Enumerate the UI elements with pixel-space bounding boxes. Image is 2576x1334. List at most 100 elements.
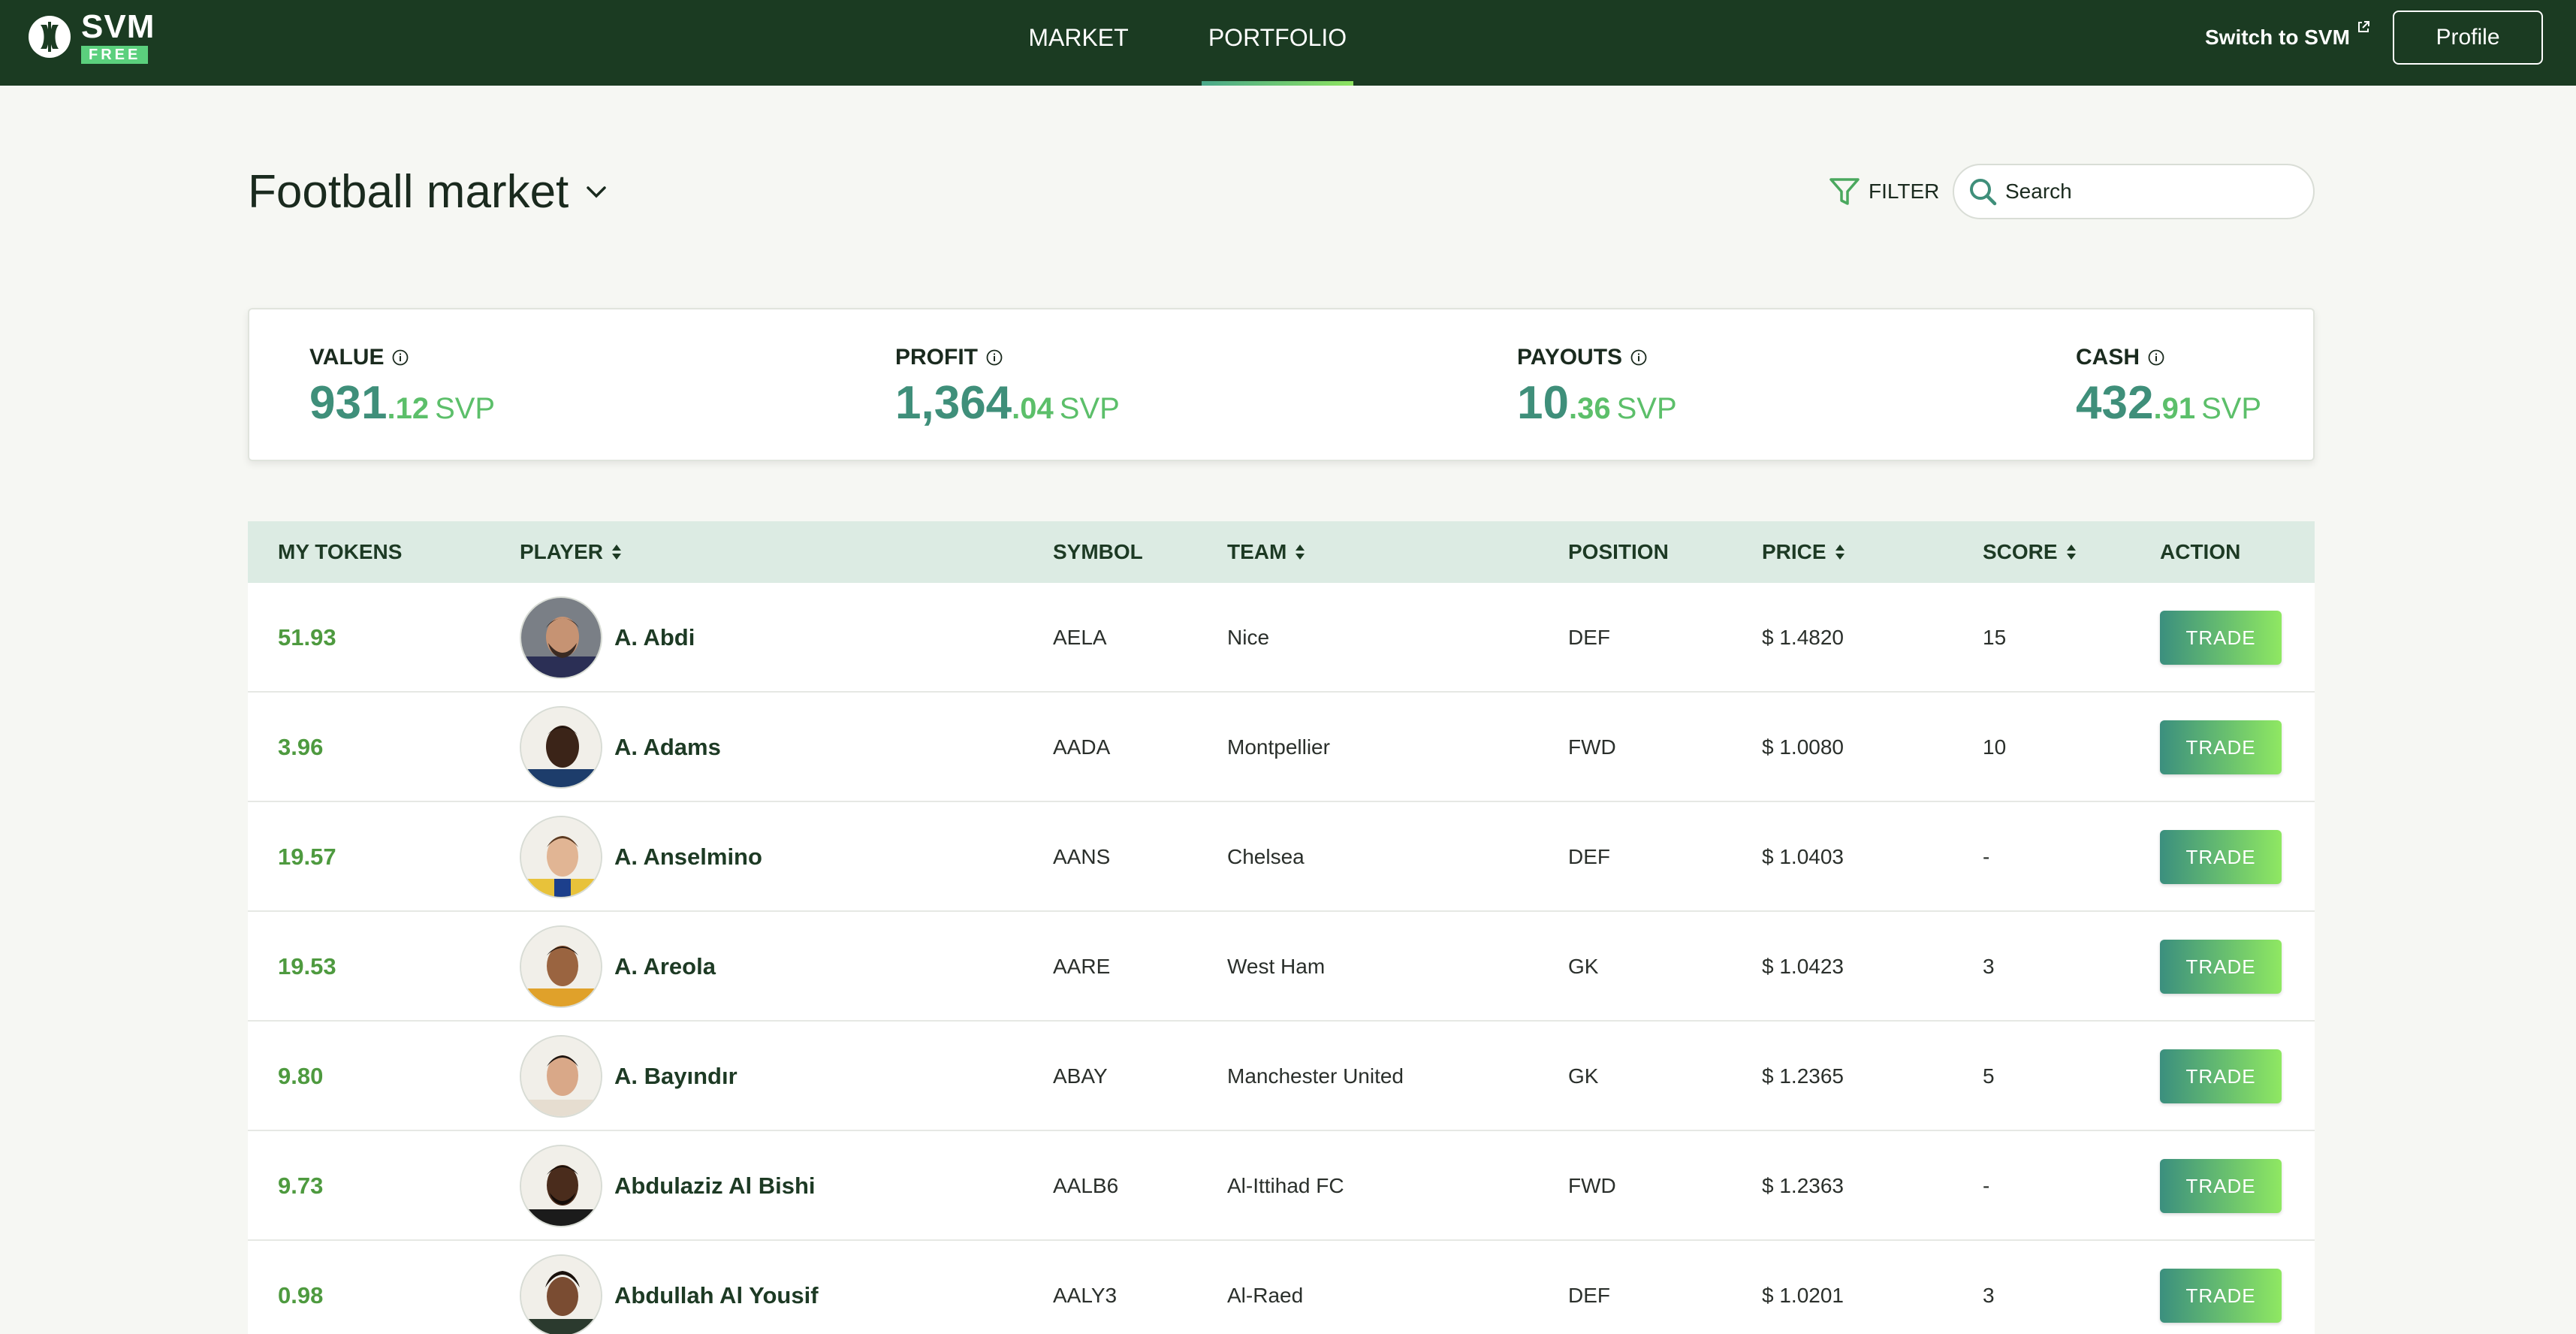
table-row[interactable]: 9.73 Abdulaziz Al Bishi AALB6 Al-Ittihad… xyxy=(248,1131,2315,1241)
external-link-icon xyxy=(2357,21,2369,32)
player-name: Abdullah Al Yousif xyxy=(614,1282,819,1308)
stat-value: VALUE 931.12 SVP xyxy=(309,343,495,430)
logo-wordmark: SVM xyxy=(81,8,155,45)
action-cell: TRADE xyxy=(2160,693,2282,802)
chevron-down-icon xyxy=(587,186,607,198)
position-cell: GK xyxy=(1568,955,1599,978)
symbol-cell: AADA xyxy=(1053,735,1111,759)
score-cell: 3 xyxy=(1983,955,1995,978)
column-header-price-label: PRICE xyxy=(1762,540,1826,563)
sort-icon[interactable] xyxy=(611,543,623,561)
page-title: Football market xyxy=(248,166,569,218)
price-cell: $ 1.4820 xyxy=(1762,626,1844,649)
score-cell: 15 xyxy=(1983,626,2007,649)
stat-payouts-integer: 10 xyxy=(1517,377,1569,429)
stat-payouts-label: PAYOUTS xyxy=(1517,345,1623,370)
stat-cash-integer: 432 xyxy=(2076,377,2154,429)
my-tokens-cell: 0.98 xyxy=(278,1282,324,1308)
my-tokens-cell: 19.57 xyxy=(278,844,336,870)
score-cell: - xyxy=(1983,1174,1990,1197)
team-cell: Manchester United xyxy=(1227,1064,1404,1088)
stat-value-unit: SVP xyxy=(435,392,496,425)
table-row[interactable]: 3.96 A. Adams AADA Montpellier FWD $ 1.0… xyxy=(248,693,2315,802)
team-cell: Al-Raed xyxy=(1227,1284,1304,1307)
stat-cash-label: CASH xyxy=(2076,345,2140,370)
player-cell[interactable]: A. Anselmino xyxy=(520,802,762,912)
symbol-cell: AELA xyxy=(1053,626,1107,649)
search-field[interactable] xyxy=(1953,164,2315,219)
symbol-cell: AANS xyxy=(1053,845,1111,868)
symbol-cell: ABAY xyxy=(1053,1064,1108,1088)
column-header-price[interactable]: PRICE xyxy=(1762,521,1846,583)
info-icon[interactable] xyxy=(391,349,409,367)
price-cell: $ 1.0423 xyxy=(1762,955,1844,978)
position-cell: FWD xyxy=(1568,735,1616,759)
sort-icon[interactable] xyxy=(1834,543,1846,561)
team-cell: Montpellier xyxy=(1227,735,1330,759)
action-cell: TRADE xyxy=(2160,912,2282,1022)
info-icon[interactable] xyxy=(1630,349,1648,367)
tab-market-label: MARKET xyxy=(1028,24,1129,51)
brand-logo[interactable]: SVM FREE xyxy=(27,8,155,64)
sort-icon[interactable] xyxy=(2065,543,2077,561)
team-cell: Al-Ittihad FC xyxy=(1227,1174,1344,1197)
trade-button[interactable]: TRADE xyxy=(2160,1049,2282,1103)
stat-profit: PROFIT 1,364.04 SVP xyxy=(895,343,1120,430)
position-cell: FWD xyxy=(1568,1174,1616,1197)
logo-badge: FREE xyxy=(81,46,149,64)
tab-market[interactable]: MARKET xyxy=(1021,0,1136,86)
info-icon[interactable] xyxy=(2147,349,2165,367)
player-cell[interactable]: Abdulaziz Al Bishi xyxy=(520,1131,816,1241)
table-row[interactable]: 51.93 A. Abdi AELA Nice DEF $ 1.4820 15 … xyxy=(248,583,2315,693)
player-cell[interactable]: Abdullah Al Yousif xyxy=(520,1241,819,1334)
team-cell: Chelsea xyxy=(1227,845,1305,868)
player-avatar xyxy=(520,596,602,679)
filter-icon xyxy=(1829,178,1860,205)
column-header-team[interactable]: TEAM xyxy=(1227,521,1306,583)
score-cell: 3 xyxy=(1983,1284,1995,1307)
sort-icon[interactable] xyxy=(1294,543,1306,561)
tab-portfolio[interactable]: PORTFOLIO xyxy=(1202,0,1353,86)
player-cell[interactable]: A. Adams xyxy=(520,693,721,802)
search-input[interactable] xyxy=(2005,180,2291,204)
price-cell: $ 1.0080 xyxy=(1762,735,1844,759)
action-cell: TRADE xyxy=(2160,802,2282,912)
column-header-position: POSITION xyxy=(1568,521,1669,583)
column-header-action: ACTION xyxy=(2160,521,2240,583)
stat-cash-decimal: .91 xyxy=(2153,392,2196,425)
team-cell: Nice xyxy=(1227,626,1270,649)
trade-button[interactable]: TRADE xyxy=(2160,611,2282,665)
trade-button[interactable]: TRADE xyxy=(2160,1159,2282,1213)
symbol-cell: AALB6 xyxy=(1053,1174,1119,1197)
market-selector[interactable]: Football market xyxy=(248,164,608,221)
trade-button[interactable]: TRADE xyxy=(2160,830,2282,884)
filter-button[interactable]: FILTER xyxy=(1828,173,1939,210)
trade-button[interactable]: TRADE xyxy=(2160,940,2282,994)
player-cell[interactable]: A. Abdi xyxy=(520,583,695,693)
player-name: A. Areola xyxy=(614,953,716,979)
info-icon[interactable] xyxy=(985,349,1003,367)
my-tokens-cell: 19.53 xyxy=(278,953,336,979)
portfolio-table: MY TOKENS PLAYER SYMBOL TEAM POSITION PR… xyxy=(248,521,2315,1334)
player-avatar xyxy=(520,816,602,898)
column-header-symbol: SYMBOL xyxy=(1053,521,1143,583)
trade-button[interactable]: TRADE xyxy=(2160,1269,2282,1323)
table-row[interactable]: 9.80 A. Bayındır ABAY Manchester United … xyxy=(248,1022,2315,1131)
table-row[interactable]: 19.57 A. Anselmino AANS Chelsea DEF $ 1.… xyxy=(248,802,2315,912)
stat-value-integer: 931 xyxy=(309,377,388,429)
column-header-player[interactable]: PLAYER xyxy=(520,521,623,583)
search-icon xyxy=(1970,179,1997,206)
player-cell[interactable]: A. Bayındır xyxy=(520,1022,738,1131)
player-avatar xyxy=(520,1254,602,1334)
profile-button[interactable]: Profile xyxy=(2393,11,2543,65)
player-cell[interactable]: A. Areola xyxy=(520,912,716,1022)
table-row[interactable]: 19.53 A. Areola AARE West Ham GK $ 1.042… xyxy=(248,912,2315,1022)
symbol-cell: AALY3 xyxy=(1053,1284,1118,1307)
stat-payouts-unit: SVP xyxy=(1616,392,1677,425)
portfolio-summary-card: VALUE 931.12 SVP PROFIT 1,364.04 SVP PAYOU… xyxy=(248,308,2315,461)
column-header-team-label: TEAM xyxy=(1227,540,1287,563)
switch-to-svm-link[interactable]: Switch to SVM xyxy=(2205,21,2369,53)
column-header-score[interactable]: SCORE xyxy=(1983,521,2077,583)
trade-button[interactable]: TRADE xyxy=(2160,720,2282,774)
table-row[interactable]: 0.98 Abdullah Al Yousif AALY3 Al-Raed DE… xyxy=(248,1241,2315,1334)
